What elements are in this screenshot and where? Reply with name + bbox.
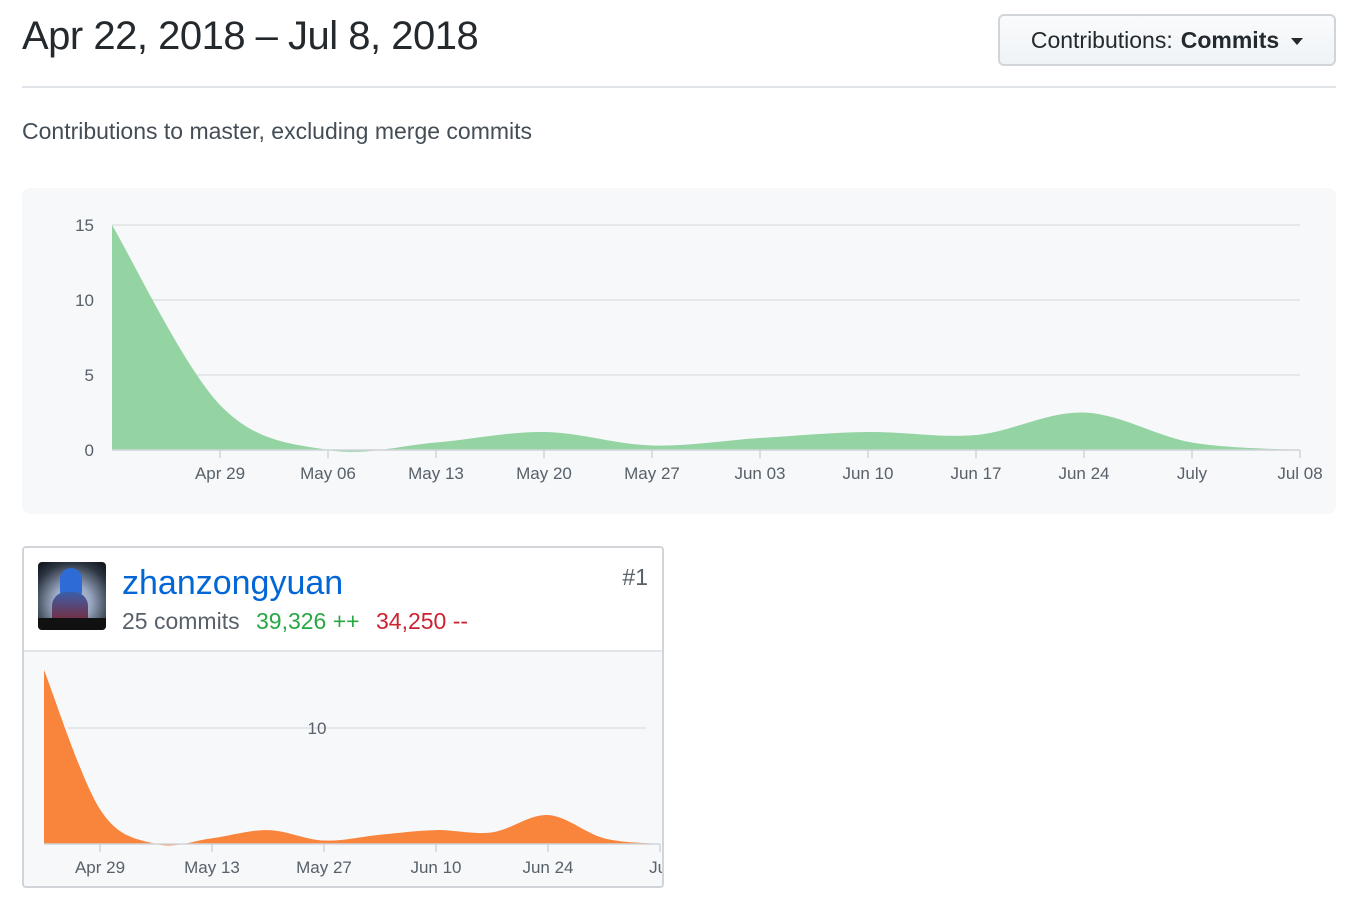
contributor-username-link[interactable]: zhanzongyuan: [122, 564, 343, 603]
contributor-area-series: [44, 670, 660, 846]
contributor-stats: 25 commits 39,326 ++ 34,250 --: [122, 608, 468, 635]
contributor-area-chart: 10 Apr 29 May 13 May 27 Jun 10 Jun 24 Jul: [24, 652, 662, 886]
x-tick-label: Apr 29: [195, 464, 245, 483]
date-range-title: Apr 22, 2018 – Jul 8, 2018: [22, 14, 479, 58]
x-tick-label: Jun 24: [1058, 464, 1109, 483]
contributor-chart-svg: 10 Apr 29 May 13 May 27 Jun 10 Jun 24 Jul: [44, 670, 662, 877]
avatar[interactable]: [38, 562, 106, 630]
x-tick-label: Jul 08: [1277, 464, 1322, 483]
x-tick-label: May 13: [184, 858, 240, 877]
x-tick-label: May 13: [408, 464, 464, 483]
x-tick-label: Jun 10: [410, 858, 461, 877]
avatar-ground: [38, 618, 106, 630]
y-tick-label: 5: [85, 366, 94, 385]
y-tick-label: 0: [85, 441, 94, 460]
x-tick-label: Jun 24: [522, 858, 573, 877]
commits-area-series: [112, 225, 1300, 452]
contributor-rank: #1: [622, 564, 648, 590]
y-tick-label: 10: [75, 291, 94, 310]
contributor-deletions: 34,250 --: [375, 608, 469, 634]
x-tick-label: Jun 17: [950, 464, 1001, 483]
commits-chart-svg: 0 5 10 15 Apr 29 May 06 May 13 May 20 May 27 Jun …: [75, 216, 1323, 483]
y-tick-label: 15: [75, 216, 94, 235]
contributions-select-button[interactable]: Contributions: Commits: [998, 14, 1336, 66]
x-tick-label: May 27: [624, 464, 680, 483]
x-tick-label: Jun 10: [842, 464, 893, 483]
commits-area-chart: 0 5 10 15 Apr 29 May 06 May 13 May 20 May 27 Jun …: [22, 188, 1336, 514]
caret-down-icon: [1291, 38, 1304, 45]
contributor-card: zhanzongyuan #1 25 commits 39,326 ++ 34,…: [22, 546, 664, 888]
contributor-card-header: zhanzongyuan #1 25 commits 39,326 ++ 34,…: [24, 548, 662, 652]
x-tick-label: July: [1177, 464, 1208, 483]
x-tick-label: May 27: [296, 858, 352, 877]
contributor-commits-link[interactable]: 25 commits: [122, 608, 240, 634]
contributions-label: Contributions:: [1030, 26, 1173, 53]
contributor-additions: 39,326 ++: [255, 608, 360, 634]
page-header: Apr 22, 2018 – Jul 8, 2018 Contributions…: [22, 0, 1336, 88]
gridline-value-label: 10: [308, 719, 327, 738]
x-tick-label: Apr 29: [75, 858, 125, 877]
contributions-value: Commits: [1180, 26, 1280, 53]
x-tick-label: May 20: [516, 464, 572, 483]
x-tick-label: Jun 03: [734, 464, 785, 483]
x-tick-label: May 06: [300, 464, 356, 483]
x-tick-label: Jul: [649, 858, 662, 877]
graph-subtitle: Contributions to master, excluding merge…: [22, 118, 533, 144]
